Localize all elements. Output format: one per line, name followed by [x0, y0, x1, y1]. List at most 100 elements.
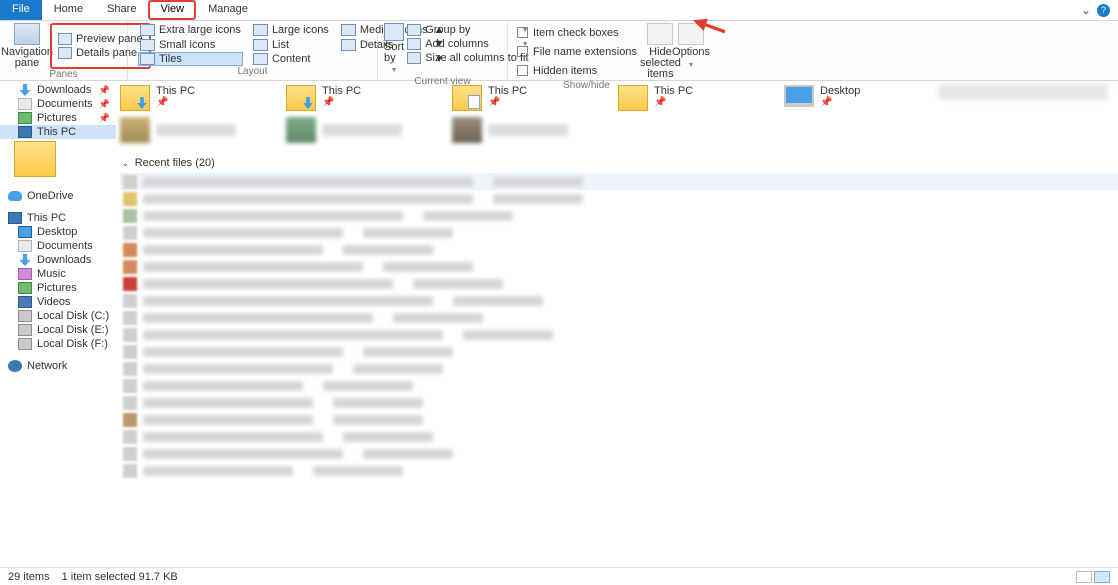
minimize-ribbon-icon[interactable]: ⌄	[1081, 3, 1091, 17]
layout-small[interactable]: Small icons	[138, 38, 243, 52]
sidebar-item-locale[interactable]: Local Disk (E:)	[0, 323, 116, 337]
hidden-items-toggle[interactable]: Hidden items	[514, 65, 640, 77]
tab-share[interactable]: Share	[95, 0, 148, 20]
file-icon	[123, 209, 137, 223]
blurred-text	[143, 228, 343, 238]
options-button[interactable]: Options ▼	[672, 23, 710, 71]
pictures-icon	[18, 112, 32, 124]
file-icon	[123, 396, 137, 410]
tab-manage[interactable]: Manage	[196, 0, 260, 20]
blurred-text	[493, 194, 583, 204]
layout-content[interactable]: Content	[251, 52, 331, 66]
list-item[interactable]	[120, 343, 1118, 360]
status-item-count: 29 items	[8, 571, 50, 583]
file-icon	[123, 379, 137, 393]
blurred-text	[143, 262, 363, 272]
file-icon	[123, 175, 137, 189]
help-icon[interactable]: ?	[1097, 4, 1110, 17]
list-item[interactable]	[120, 207, 1118, 224]
sidebar-item-thispc[interactable]: This PC	[0, 125, 116, 139]
layout-tiles[interactable]: Tiles	[138, 52, 243, 66]
folder-tile[interactable]	[120, 117, 268, 143]
cloud-icon	[8, 191, 22, 201]
layout-large[interactable]: Large icons	[251, 23, 331, 37]
file-icon	[123, 413, 137, 427]
list-item[interactable]	[120, 241, 1118, 258]
sidebar-item-thispc-root[interactable]: This PC	[0, 211, 116, 225]
blurred-text	[393, 313, 483, 323]
file-icon	[123, 345, 137, 359]
folder-tile[interactable]: This PC📌	[286, 85, 434, 111]
blurred-text	[143, 364, 333, 374]
sidebar-item-pictures[interactable]: Pictures📌	[0, 111, 116, 125]
options-icon	[678, 23, 704, 45]
folder-tile[interactable]	[286, 117, 434, 143]
blurred-text	[143, 330, 443, 340]
sidebar-folder-preview	[14, 141, 56, 177]
recent-files-header[interactable]: ⌄ Recent files (20)	[122, 157, 1118, 169]
checkbox-icon	[517, 65, 528, 76]
ribbon-tab-bar: File Home Share View Manage ⌄ ?	[0, 0, 1118, 21]
sidebar-item-videos[interactable]: Videos	[0, 295, 116, 309]
item-checkboxes-toggle[interactable]: Item check boxes	[514, 27, 640, 39]
list-item[interactable]	[120, 309, 1118, 326]
blurred-thumb	[286, 117, 316, 143]
blurred-text	[363, 228, 453, 238]
sidebar-item-music[interactable]: Music	[0, 267, 116, 281]
view-tiles-toggle[interactable]	[1094, 571, 1110, 583]
sidebar-item-desktop[interactable]: Desktop	[0, 225, 116, 239]
folder-tile[interactable]: Desktop📌	[784, 85, 932, 111]
file-icon	[123, 464, 137, 478]
medium-icons-icon	[341, 24, 356, 36]
sidebar-item-documents[interactable]: Documents📌	[0, 97, 116, 111]
list-item[interactable]	[120, 224, 1118, 241]
content-icon	[253, 53, 268, 65]
navigation-pane-button[interactable]: Navigation pane	[6, 23, 48, 69]
list-item[interactable]	[120, 411, 1118, 428]
blurred-text	[143, 381, 303, 391]
list-item[interactable]	[120, 326, 1118, 343]
file-icon	[123, 260, 137, 274]
layout-extra-large[interactable]: Extra large icons	[138, 23, 243, 37]
folder-tile[interactable]: This PC📌	[618, 85, 766, 111]
sidebar-item-network[interactable]: Network	[0, 359, 116, 373]
xl-icons-icon	[140, 24, 155, 36]
folder-tile[interactable]	[452, 117, 600, 143]
blurred-text	[143, 245, 323, 255]
list-item[interactable]	[120, 173, 1118, 190]
list-item[interactable]	[120, 394, 1118, 411]
list-item[interactable]	[120, 360, 1118, 377]
sidebar-item-localf[interactable]: Local Disk (F:)	[0, 337, 116, 351]
list-item[interactable]	[120, 190, 1118, 207]
file-icon	[123, 294, 137, 308]
checkbox-icon	[517, 27, 528, 38]
blurred-text	[453, 296, 543, 306]
list-item[interactable]	[120, 292, 1118, 309]
folder-tile[interactable]: This PC📌	[120, 85, 268, 111]
sidebar-item-onedrive[interactable]: OneDrive	[0, 189, 116, 203]
tab-view[interactable]: View	[148, 0, 196, 20]
list-item[interactable]	[120, 377, 1118, 394]
layout-list[interactable]: List	[251, 38, 331, 52]
sidebar-item-localc[interactable]: Local Disk (C:)	[0, 309, 116, 323]
blurred-text	[143, 415, 313, 425]
list-item[interactable]	[120, 275, 1118, 292]
file-extensions-toggle[interactable]: File name extensions	[514, 46, 640, 58]
sidebar-item-downloads2[interactable]: Downloads	[0, 253, 116, 267]
tab-file[interactable]: File	[0, 0, 42, 20]
blurred-text	[493, 177, 583, 187]
tab-home[interactable]: Home	[42, 0, 95, 20]
sidebar-item-documents2[interactable]: Documents	[0, 239, 116, 253]
list-icon	[253, 39, 268, 51]
pin-icon: 📌	[99, 85, 110, 96]
sidebar-item-downloads[interactable]: Downloads📌	[0, 83, 116, 97]
details-icon	[341, 39, 356, 51]
view-details-toggle[interactable]	[1076, 571, 1092, 583]
sort-by-button[interactable]: Sort by ▼	[384, 23, 404, 76]
blurred-thumb	[452, 117, 482, 143]
list-item[interactable]	[120, 462, 1118, 479]
list-item[interactable]	[120, 258, 1118, 275]
list-item[interactable]	[120, 428, 1118, 445]
sidebar-item-pictures2[interactable]: Pictures	[0, 281, 116, 295]
list-item[interactable]	[120, 445, 1118, 462]
